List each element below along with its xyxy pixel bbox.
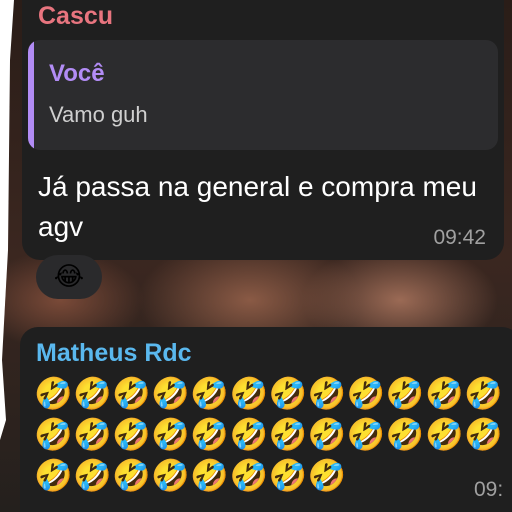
reply-quote[interactable]: Você Vamo guh [28,40,498,150]
reaction-emoji: 😂 [53,262,85,292]
reply-text: Vamo guh [49,102,148,127]
message-text: Já passa na general e compra meu agv [38,171,477,242]
reaction-badge[interactable]: 😂 [36,255,102,299]
chat-screen: Cascu Você Vamo guh Já passa na general … [0,0,512,512]
message-time: 09:42 [433,226,486,249]
sender-name[interactable]: Matheus Rdc [36,339,192,368]
sender-name[interactable]: Cascu [38,2,113,31]
message-time: 09: [474,478,504,501]
reply-quote-bar [28,40,34,150]
message-text: 🤣🤣🤣🤣🤣🤣🤣🤣🤣🤣🤣🤣🤣🤣🤣🤣🤣🤣🤣🤣🤣🤣🤣🤣🤣🤣🤣🤣🤣🤣🤣🤣 [34,376,504,494]
reply-author: Você [49,60,105,87]
